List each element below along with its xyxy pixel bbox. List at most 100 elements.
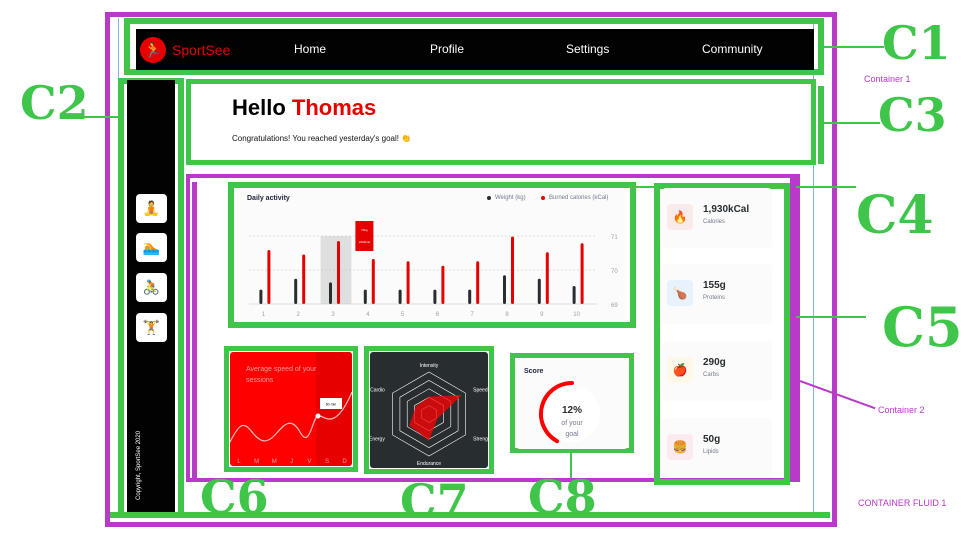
weight-bar xyxy=(572,286,576,304)
nutrition-label: Calories xyxy=(703,219,726,225)
label-c3: C3 xyxy=(878,88,947,142)
label-c4: C4 xyxy=(856,185,934,246)
radar-card: Intensity Speed Strength Endurance Energy Car… xyxy=(370,352,488,468)
activity-xtick: 9 xyxy=(540,312,544,318)
speed-xtick: M xyxy=(272,459,277,465)
speed-xtick: M xyxy=(254,459,259,465)
swim-icon: 🏊 xyxy=(142,239,161,255)
nutrition-card-calories: 🔥 1,930kCal Calories xyxy=(662,188,772,248)
swim-button[interactable]: 🏊 xyxy=(136,233,167,262)
activity-xtick: 5 xyxy=(401,312,405,318)
score-caption: goal xyxy=(565,431,579,438)
activity-xtick: 10 xyxy=(573,312,580,318)
nutrition-label: Proteins xyxy=(703,295,726,301)
c5-outer-bar xyxy=(790,178,796,480)
dumbbell-button[interactable]: 🏋 xyxy=(136,313,167,342)
nav-settings[interactable]: Settings xyxy=(566,42,609,56)
activity-chart: 69 70 71 1 2 3 4 5 6 7 8 9 10 70kg 240kCal xyxy=(249,221,618,318)
activity-xtick: 8 xyxy=(505,312,509,318)
radar-label: Intensity xyxy=(420,363,439,369)
speed-xtick: L xyxy=(237,459,241,465)
weight-bar xyxy=(294,278,298,304)
nutrition-value: 1,930kCal xyxy=(703,204,750,215)
nutrition-label: Carbs xyxy=(703,372,720,378)
calories-bar xyxy=(267,250,271,304)
activity-xtick: 1 xyxy=(262,312,266,318)
bike-button[interactable]: 🚴 xyxy=(136,273,167,302)
activity-card: Daily activity Weight (kg) Burned calori… xyxy=(235,188,625,320)
calories-bar xyxy=(371,259,375,304)
apple-icon: 🍎 xyxy=(667,357,693,383)
speed-active-dot xyxy=(315,413,321,419)
label-c1: C1 xyxy=(882,16,951,70)
calories-bar xyxy=(441,265,445,304)
congrats-message: Congratulations! You reached yesterday's… xyxy=(232,134,412,143)
sidebar: 🧘 🏊 🚴 🏋 Copyright, SportSee 2020 xyxy=(127,80,175,512)
speed-xtick: J xyxy=(290,459,293,465)
label-container-fluid: CONTAINER FLUID 1 xyxy=(858,498,947,508)
nutrition-label: Lipids xyxy=(703,449,719,455)
weight-bar xyxy=(398,289,402,304)
label-c2: C2 xyxy=(20,76,89,130)
score-chart: Score 12% of your goal xyxy=(524,368,600,444)
speed-xtick: S xyxy=(325,459,329,465)
activity-xtick: 3 xyxy=(331,312,335,318)
radar-label: Speed xyxy=(473,388,488,394)
c3-bar xyxy=(818,86,824,164)
calories-bar xyxy=(406,261,410,304)
logo-text: SportSee xyxy=(172,41,231,58)
nutrition-value: 290g xyxy=(703,357,726,368)
radar-area xyxy=(409,394,463,441)
activity-hover-highlight xyxy=(320,236,352,304)
nutrition-card-proteins: 🍗 155g Proteins xyxy=(662,264,772,324)
chicken-icon: 🍗 xyxy=(667,280,693,306)
nav-home[interactable]: Home xyxy=(294,42,326,56)
nav-community[interactable]: Community xyxy=(702,42,763,56)
nutrition-value: 155g xyxy=(703,280,726,291)
score-caption: of your xyxy=(561,420,583,427)
weight-bar xyxy=(503,275,506,304)
weight-bar xyxy=(259,289,263,304)
flame-icon: 🔥 xyxy=(667,204,693,230)
yoga-button[interactable]: 🧘 xyxy=(136,194,167,223)
c-bottom-bar xyxy=(110,512,830,518)
radar-chart: Intensity Speed Strength Endurance Energy Car… xyxy=(370,363,488,467)
activity-ytick: 71 xyxy=(611,235,618,241)
speed-card: Average speed of your sessions 60 min L M M… xyxy=(230,352,352,466)
weight-bar xyxy=(468,289,472,304)
label-c5: C5 xyxy=(882,295,963,359)
nutrition-card-carbs: 🍎 290g Carbs xyxy=(662,341,772,401)
score-card: Score 12% of your goal xyxy=(516,359,628,449)
top-navbar: 🏃 SportSee Home Profile Settings Communi… xyxy=(136,29,814,70)
label-container-1: Container 1 xyxy=(864,74,911,84)
calories-bar xyxy=(580,243,584,304)
c3-line xyxy=(824,122,880,124)
calories-bar xyxy=(511,236,514,304)
copyright-text: Copyright, SportSee 2020 xyxy=(136,430,142,500)
burger-icon: 🍔 xyxy=(667,434,693,460)
activity-xtick: 6 xyxy=(436,312,440,318)
activity-xtick: 7 xyxy=(471,312,475,318)
logo[interactable]: 🏃 SportSee xyxy=(140,36,231,63)
activity-ytick: 70 xyxy=(611,269,618,275)
nutrition-value: 50g xyxy=(703,434,721,445)
score-value: 12% xyxy=(562,405,582,416)
nav-profile[interactable]: Profile xyxy=(430,42,464,56)
user-name: Thomas xyxy=(291,95,377,120)
c5-line xyxy=(796,316,866,318)
hello-word: Hello xyxy=(232,95,286,120)
calories-bar xyxy=(337,241,340,304)
bike-icon: 🚴 xyxy=(142,279,161,295)
container-2-left-bar xyxy=(192,182,197,478)
c3-frame xyxy=(186,79,816,165)
speed-chart: 60 min L M M J V S D xyxy=(230,391,352,465)
radar-label: Strength xyxy=(473,437,488,443)
speed-xtick: V xyxy=(307,459,311,465)
weight-bar xyxy=(329,282,332,304)
c1-line xyxy=(824,46,884,48)
radar-label: Cardio xyxy=(370,388,385,394)
calories-bar xyxy=(545,252,549,304)
calories-bar xyxy=(302,254,306,304)
page-title: Hello Thomas xyxy=(232,95,376,121)
speed-xtick: D xyxy=(342,459,347,465)
